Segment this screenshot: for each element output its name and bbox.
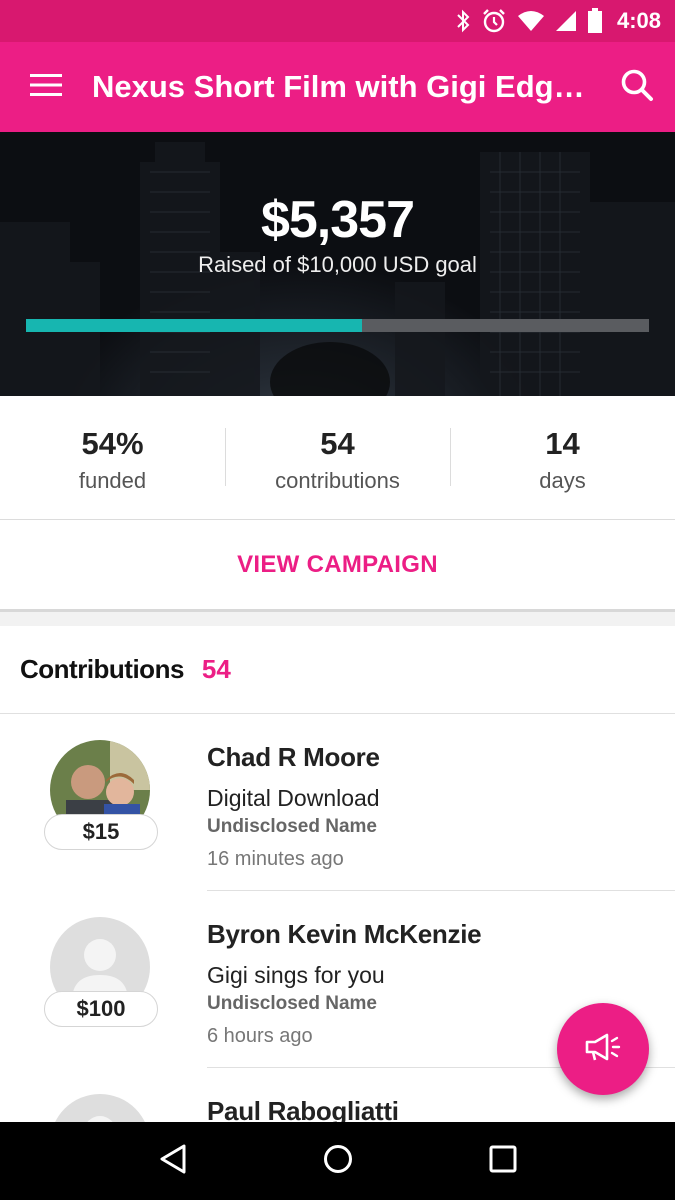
stat-label: days	[539, 468, 586, 493]
wifi-icon	[517, 10, 545, 32]
raised-amount: $5,357	[260, 191, 415, 249]
signal-icon	[555, 10, 577, 32]
search-button[interactable]	[599, 42, 675, 132]
recents-button[interactable]	[468, 1126, 538, 1196]
contribution-reward: Digital Download	[207, 785, 380, 811]
stat-value: 54	[320, 426, 355, 461]
contribution-amount: $100	[44, 991, 158, 1027]
contribution-details: Chad R Moore Digital Download Undisclose…	[207, 742, 675, 871]
alarm-icon	[481, 8, 507, 34]
hamburger-menu-icon	[30, 73, 62, 101]
funding-progress-fill	[26, 319, 363, 332]
contribution-privacy: Undisclosed Name	[207, 816, 377, 837]
contributor-avatar-wrap: $100	[44, 917, 158, 1037]
battery-icon	[587, 8, 603, 34]
share-campaign-fab[interactable]	[557, 1003, 649, 1095]
funding-progress-bar	[26, 319, 649, 332]
default-avatar-icon	[50, 1094, 150, 1122]
status-time: 4:08	[616, 8, 661, 33]
contributor-avatar-wrap	[44, 1094, 156, 1122]
contributor-name: Chad R Moore	[207, 742, 380, 772]
contribution-reward: Gigi sings for you	[207, 962, 385, 988]
back-icon	[158, 1143, 188, 1180]
raised-goal-text: Raised of $10,000 USD goal	[198, 252, 477, 277]
home-button[interactable]	[303, 1126, 373, 1196]
contributor-name: Paul Rabogliatti	[207, 1096, 399, 1122]
contributions-count: 54	[201, 654, 231, 684]
view-campaign-label: VIEW CAMPAIGN	[237, 550, 438, 578]
contributor-name: Byron Kevin McKenzie	[207, 919, 482, 949]
campaign-hero: $5,357 Raised of $10,000 USD goal	[0, 132, 675, 396]
home-icon	[322, 1143, 354, 1180]
contributions-title: Contributions	[20, 654, 184, 684]
megaphone-icon	[583, 1030, 623, 1069]
stat-value: 14	[545, 426, 580, 461]
app-bar: Nexus Short Film with Gigi Edgl…	[0, 42, 675, 132]
stat-contributions: 54 contributions	[225, 396, 450, 519]
list-item[interactable]: $15 Chad R Moore Digital Download Undisc…	[0, 714, 675, 891]
status-bar: 4:08	[0, 0, 675, 42]
contributor-avatar-wrap: $15	[44, 740, 158, 860]
campaign-stats: 54% funded 54 contributions 14 days	[0, 396, 675, 520]
contribution-time: 16 minutes ago	[207, 848, 344, 870]
menu-button[interactable]	[0, 42, 92, 132]
back-button[interactable]	[138, 1126, 208, 1196]
bluetooth-icon	[455, 9, 471, 33]
stat-days: 14 days	[450, 396, 675, 519]
search-icon	[620, 68, 654, 107]
contribution-amount: $15	[44, 814, 158, 850]
stat-label: contributions	[275, 468, 400, 493]
stat-value: 54%	[81, 426, 144, 461]
recents-icon	[488, 1144, 518, 1179]
stat-label: funded	[78, 468, 147, 493]
page-title: Nexus Short Film with Gigi Edgl…	[92, 69, 594, 104]
system-nav-bar	[0, 1122, 675, 1200]
stat-funded: 54% funded	[0, 396, 225, 519]
contributions-header: Contributions 54	[0, 626, 675, 714]
view-campaign-button[interactable]: VIEW CAMPAIGN	[0, 520, 675, 612]
contribution-details: Paul Rabogliatti	[207, 1096, 675, 1122]
